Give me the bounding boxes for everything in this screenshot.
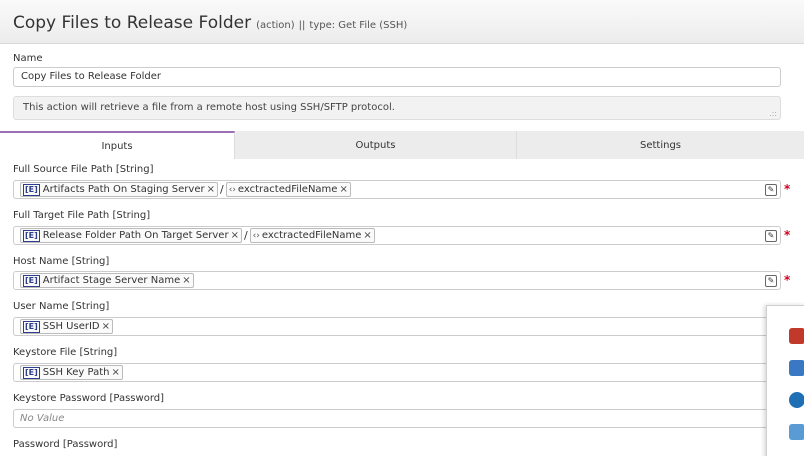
host-name-input[interactable]: [E] Artifact Stage Server Name × ✎: [13, 271, 781, 290]
variable-icon: [E]: [23, 274, 40, 287]
variable-icon: [E]: [23, 320, 40, 333]
password-label: Password [Password]: [13, 439, 118, 450]
required-marker: *: [784, 182, 791, 196]
keystore-password-label: Keystore Password [Password]: [13, 393, 165, 404]
expression-token[interactable]: ‹› exctractedFileName ×: [225, 182, 351, 197]
token-label: Release Folder Path On Target Server: [42, 230, 229, 241]
action-general-section: Name Copy Files to Release Folder This a…: [0, 44, 804, 131]
variable-token[interactable]: [E] SSH UserID ×: [20, 319, 114, 334]
expression-token[interactable]: ‹› exctractedFileName ×: [249, 228, 375, 243]
required-marker: *: [784, 273, 791, 287]
edit-icon[interactable]: ✎: [765, 275, 777, 287]
variable-token[interactable]: [E] Release Folder Path On Target Server…: [20, 228, 242, 243]
network-computer-icon[interactable]: [789, 360, 804, 376]
name-input[interactable]: Copy Files to Release Folder: [13, 67, 781, 87]
description-textarea[interactable]: This action will retrieve a file from a …: [13, 96, 781, 120]
resize-grip-icon[interactable]: .::: [769, 109, 777, 118]
remove-token-icon[interactable]: ×: [363, 230, 371, 241]
variable-icon: [E]: [23, 366, 40, 379]
token-label: exctractedFileName: [237, 184, 338, 195]
target-path-label: Full Target File Path [String]: [13, 210, 151, 221]
path-separator: /: [243, 229, 248, 242]
action-type-info: type: Get File (SSH): [309, 20, 408, 31]
code-icon: ‹›: [252, 230, 260, 241]
keystore-file-input[interactable]: [E] SSH Key Path ×: [13, 363, 804, 382]
path-separator: /: [220, 183, 224, 196]
mcafee-shield-icon[interactable]: [789, 328, 804, 344]
bluetooth-device-icon[interactable]: [789, 424, 804, 440]
source-path-label: Full Source File Path [String]: [13, 164, 154, 175]
system-tray-popup: [766, 305, 804, 456]
token-label: Artifact Stage Server Name: [42, 275, 181, 286]
token-label: SSH Key Path: [42, 367, 110, 378]
edit-icon[interactable]: ✎: [765, 230, 777, 242]
required-marker: *: [784, 228, 791, 242]
remove-token-icon[interactable]: ×: [207, 184, 215, 195]
variable-token[interactable]: [E] Artifacts Path On Staging Server ×: [20, 182, 218, 197]
name-label: Name: [13, 53, 43, 64]
token-label: SSH UserID: [42, 321, 100, 332]
remove-token-icon[interactable]: ×: [231, 230, 239, 241]
header-separator: ||: [298, 20, 306, 31]
variable-token[interactable]: [E] Artifact Stage Server Name ×: [20, 273, 194, 288]
action-header: Copy Files to Release Folder (action) ||…: [0, 0, 804, 44]
action-subtitle: (action): [256, 20, 295, 31]
code-icon: ‹›: [228, 184, 236, 195]
user-name-label: User Name [String]: [13, 301, 110, 312]
user-name-input[interactable]: [E] SSH UserID ×: [13, 317, 804, 336]
variable-token[interactable]: [E] SSH Key Path ×: [20, 365, 123, 380]
tab-inputs[interactable]: Inputs: [0, 131, 235, 159]
variable-icon: [E]: [23, 229, 40, 242]
token-label: exctractedFileName: [261, 230, 362, 241]
description-text: This action will retrieve a file from a …: [23, 102, 395, 113]
edit-icon[interactable]: ✎: [765, 184, 777, 196]
no-value-placeholder: No Value: [20, 413, 65, 424]
host-name-label: Host Name [String]: [13, 256, 110, 267]
remove-token-icon[interactable]: ×: [182, 275, 190, 286]
remove-token-icon[interactable]: ×: [102, 321, 110, 332]
remove-token-icon[interactable]: ×: [339, 184, 347, 195]
source-path-input[interactable]: [E] Artifacts Path On Staging Server × /…: [13, 180, 781, 199]
tab-bar: Inputs Outputs Settings: [0, 131, 804, 159]
target-path-input[interactable]: [E] Release Folder Path On Target Server…: [13, 226, 781, 245]
remove-token-icon[interactable]: ×: [111, 367, 119, 378]
keystore-file-label: Keystore File [String]: [13, 347, 118, 358]
action-title: Copy Files to Release Folder: [13, 13, 252, 33]
variable-icon: [E]: [23, 183, 40, 196]
wireless-icon[interactable]: [789, 392, 804, 408]
tab-outputs[interactable]: Outputs: [235, 131, 517, 159]
keystore-password-input[interactable]: No Value: [13, 409, 804, 428]
tab-settings[interactable]: Settings: [517, 131, 804, 159]
token-label: Artifacts Path On Staging Server: [42, 184, 205, 195]
